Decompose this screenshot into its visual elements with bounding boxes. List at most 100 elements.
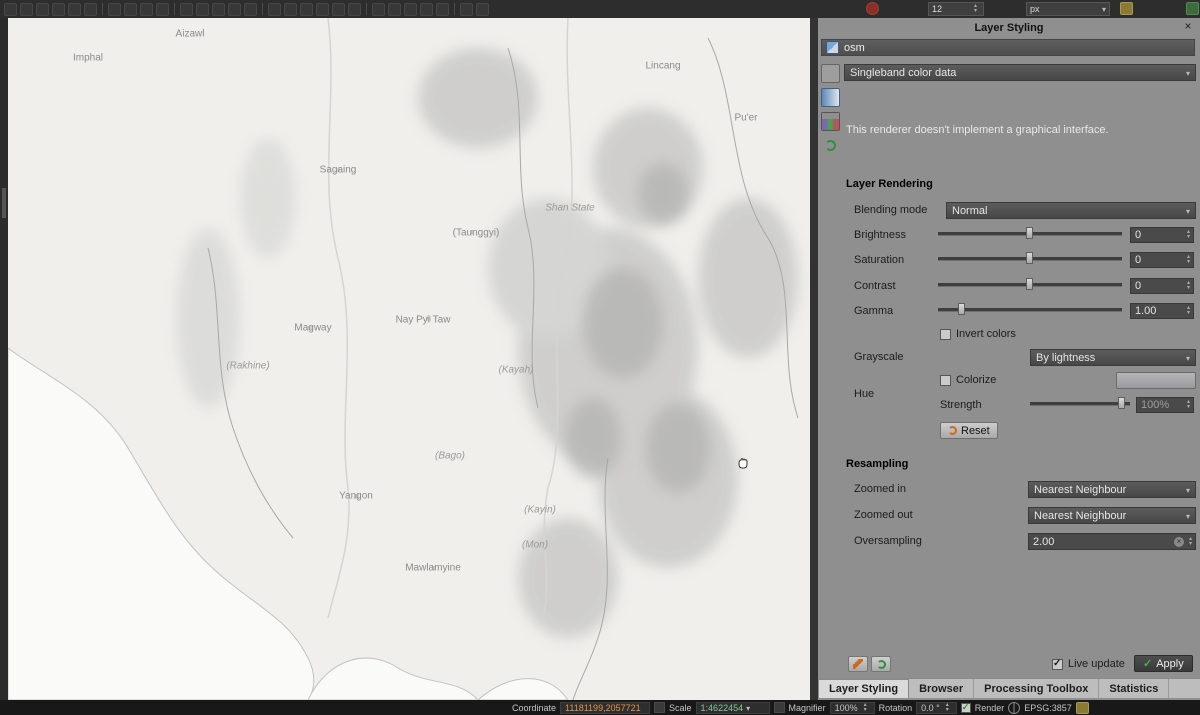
strength-spinbox[interactable]: 100% (1136, 397, 1194, 413)
gamma-slider[interactable] (938, 302, 1122, 316)
map-tips-icon[interactable] (196, 3, 209, 16)
spinner-arrows-icon[interactable] (861, 703, 870, 713)
undo-style-button[interactable] (848, 656, 868, 672)
brightness-slider-handle[interactable] (1026, 227, 1033, 239)
gamma-slider-handle[interactable] (958, 303, 965, 315)
gamma-spinbox[interactable]: 1.00 (1130, 303, 1194, 319)
contrast-slider-handle[interactable] (1026, 278, 1033, 290)
reset-button[interactable]: Reset (940, 422, 998, 439)
spinner-arrows-icon[interactable] (1184, 400, 1193, 410)
text-annotation-icon[interactable] (476, 3, 489, 16)
saturation-slider-handle[interactable] (1026, 252, 1033, 264)
coordinate-input[interactable]: 11181199,2057721 (560, 702, 650, 714)
paste-features-icon[interactable] (404, 3, 417, 16)
add-feature-icon[interactable] (300, 3, 313, 16)
show-bookmarks-icon[interactable] (228, 3, 241, 16)
cut-features-icon[interactable] (372, 3, 385, 16)
strength-slider[interactable] (1030, 396, 1130, 410)
new-bookmark-icon[interactable] (212, 3, 225, 16)
spinner-arrows-icon[interactable] (1186, 537, 1195, 547)
renderer-combo[interactable]: Singleband color data (844, 64, 1196, 81)
delete-selected-icon[interactable] (348, 3, 361, 16)
copy-features-icon[interactable] (388, 3, 401, 16)
colorize-checkbox[interactable] (940, 375, 951, 386)
render-checkbox[interactable] (961, 703, 971, 713)
tab-processing-toolbox[interactable]: Processing Toolbox (974, 679, 1099, 698)
tab-layer-styling[interactable]: Layer Styling (818, 679, 909, 698)
crs-button[interactable]: EPSG:3857 (1024, 703, 1072, 713)
brightness-slider[interactable] (938, 226, 1122, 240)
spinner-arrows-icon[interactable] (943, 703, 952, 713)
saturation-spinbox[interactable]: 0 (1130, 252, 1194, 268)
font-size-spinner[interactable]: 12 (928, 2, 984, 16)
spinner-arrows-icon[interactable] (1184, 306, 1193, 316)
blending-mode-value: Normal (952, 205, 987, 217)
panel-splitter[interactable] (810, 18, 818, 700)
zoom-last-icon[interactable] (68, 3, 81, 16)
spinner-arrows-icon[interactable] (971, 4, 980, 14)
select-features-icon[interactable] (124, 3, 137, 16)
brightness-spinbox[interactable]: 0 (1130, 227, 1194, 243)
text-format-icon[interactable] (1120, 2, 1133, 15)
contrast-slider[interactable] (938, 277, 1122, 291)
help-icon[interactable] (1186, 2, 1199, 15)
identify-features-icon[interactable] (108, 3, 121, 16)
save-layer-edits-icon[interactable] (284, 3, 297, 16)
apply-button[interactable]: Apply (1134, 655, 1193, 672)
lock-scale-icon[interactable] (654, 702, 665, 713)
rotation-spinbox[interactable]: 0.0 ° (916, 702, 957, 714)
spinner-arrows-icon[interactable] (1184, 281, 1193, 291)
layer-selector[interactable]: osm (821, 39, 1195, 56)
map-label: Lincang (645, 61, 680, 72)
tab-statistics[interactable]: Statistics (1099, 679, 1169, 698)
measure-line-icon[interactable] (180, 3, 193, 16)
invert-colors-checkbox[interactable] (940, 329, 951, 340)
map-label: (Mon) (522, 540, 548, 551)
magnifier-spinbox[interactable]: 100% (830, 702, 875, 714)
pan-map-icon[interactable] (4, 3, 17, 16)
font-color-icon[interactable] (866, 2, 879, 15)
annotation-icon[interactable] (460, 3, 473, 16)
refresh-icon[interactable] (244, 3, 257, 16)
toggle-editing-icon[interactable] (268, 3, 281, 16)
saturation-slider[interactable] (938, 251, 1122, 265)
zoom-out-icon[interactable] (36, 3, 49, 16)
colorize-color-button[interactable] (1116, 372, 1196, 389)
symbology-tab-icon[interactable] (821, 64, 840, 83)
contrast-spinbox[interactable]: 0 (1130, 278, 1194, 294)
zoomed-in-combo[interactable]: Nearest Neighbour (1028, 481, 1196, 498)
redo-style-button[interactable] (871, 656, 891, 672)
transparency-tab-icon[interactable] (821, 88, 840, 107)
zoom-in-icon[interactable] (20, 3, 33, 16)
oversampling-spinbox[interactable]: 2.00 (1028, 533, 1196, 550)
undo-icon[interactable] (420, 3, 433, 16)
history-tab-icon[interactable] (821, 136, 840, 155)
zoom-next-icon[interactable] (84, 3, 97, 16)
open-attribute-table-icon[interactable] (156, 3, 169, 16)
deselect-features-icon[interactable] (140, 3, 153, 16)
spinner-arrows-icon[interactable] (1184, 255, 1193, 265)
vertex-tool-icon[interactable] (332, 3, 345, 16)
redo-icon[interactable] (436, 3, 449, 16)
spinner-arrows-icon[interactable] (1184, 230, 1193, 240)
map-canvas[interactable]: Lincang Pu'er Sagaing Shan State (Taungg… (8, 18, 810, 700)
zoomed-out-combo[interactable]: Nearest Neighbour (1028, 507, 1196, 524)
close-icon[interactable] (1182, 19, 1194, 33)
scale-combo[interactable]: 1:4622454 (696, 702, 770, 714)
scale-value: 1:4622454 (701, 703, 744, 713)
log-messages-icon[interactable] (1076, 702, 1089, 714)
tab-browser[interactable]: Browser (909, 679, 974, 698)
grayscale-combo[interactable]: By lightness (1030, 349, 1196, 366)
raster-layer-icon (826, 41, 839, 54)
lock-magnifier-icon[interactable] (774, 702, 785, 713)
dock-handle[interactable] (2, 188, 6, 218)
zoom-full-icon[interactable] (52, 3, 65, 16)
saturation-value: 0 (1135, 254, 1184, 266)
live-update-checkbox[interactable] (1052, 659, 1063, 670)
blending-mode-combo[interactable]: Normal (946, 202, 1196, 219)
clear-icon[interactable] (1174, 537, 1184, 547)
move-feature-icon[interactable] (316, 3, 329, 16)
units-combo[interactable]: px (1026, 2, 1110, 16)
strength-slider-handle[interactable] (1118, 397, 1125, 409)
histogram-tab-icon[interactable] (821, 112, 840, 131)
